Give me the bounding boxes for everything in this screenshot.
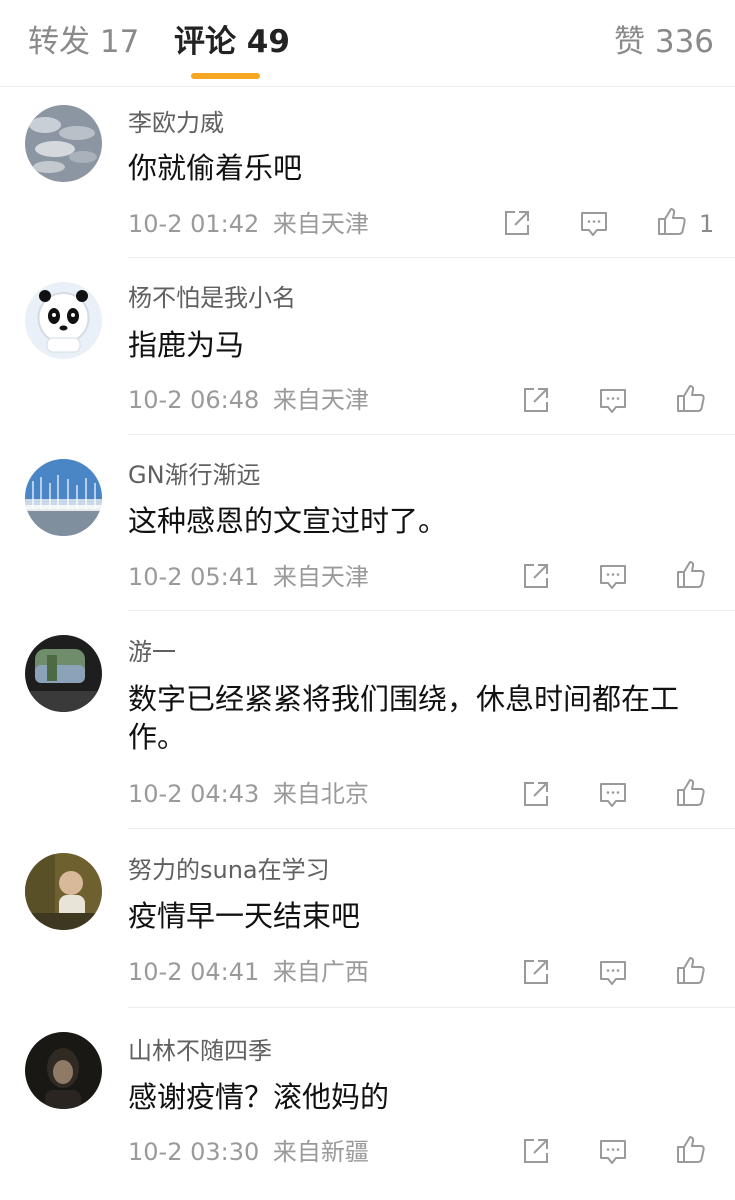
avatar[interactable] [25,1032,102,1109]
comment-text: 疫情早一天结束吧 [128,899,361,933]
comment-time: 10-2 04:43 [128,780,260,808]
avatar[interactable] [25,459,102,536]
avatar[interactable] [25,635,102,712]
comment-meta: 10-2 06:48 来自天津 [128,385,369,415]
comment-time: 10-2 03:30 [128,1138,260,1166]
comment-username[interactable]: GN渐行渐远 [128,460,261,490]
repost-icon[interactable] [521,561,551,595]
comment-text: 数字已经紧紧将我们围绕，休息时间都在工作。 [128,682,680,754]
comment-username[interactable]: 山林不随四季 [128,1036,272,1066]
thumbs-up-icon[interactable] [675,954,707,990]
comment-source: 来自广西 [272,958,369,986]
tab-reposts[interactable]: 转发 17 [28,22,139,62]
comment-meta: 10-2 05:41 来自天津 [128,562,369,592]
comment-username[interactable]: 努力的suna在学习 [128,855,330,885]
tab-likes[interactable]: 赞 336 [614,22,714,62]
repost-icon[interactable] [521,779,551,813]
thumbs-up-icon[interactable] [675,558,707,594]
comment-text: 指鹿为马 [128,328,245,362]
comment-item: 努力的suna在学习 疫情早一天结束吧 10-2 04:41 来自广西 [0,829,735,1008]
repost-icon[interactable] [521,957,551,991]
avatar[interactable] [25,282,102,359]
comment-source: 来自天津 [272,563,369,591]
comment-item: 山林不随四季 感谢疫情？滚他妈的 10-2 03:30 来自新疆 [0,1008,735,1200]
comment-meta: 10-2 04:41 来自广西 [128,957,369,987]
repost-icon[interactable] [521,385,551,419]
repost-icon[interactable] [502,208,532,242]
active-tab-indicator [191,73,260,79]
comment-time: 10-2 05:41 [128,563,260,591]
comment-source: 来自新疆 [272,1138,369,1166]
avatar[interactable] [25,853,102,930]
comment-username[interactable]: 杨不怕是我小名 [128,283,296,313]
comment-item: 杨不怕是我小名 指鹿为马 10-2 06:48 来自天津 [0,259,735,435]
comment-text: 这种感恩的文宣过时了。 [128,504,448,538]
comment-item: 游一 数字已经紧紧将我们围绕，休息时间都在工作。 10-2 04:43 来自北京 [0,611,735,829]
like-count: 1 [699,210,715,238]
comment-source: 来自天津 [272,210,369,238]
comment-source: 来自北京 [272,780,369,808]
comment-icon[interactable] [598,958,628,992]
comment-username[interactable]: 游一 [128,637,176,667]
comment-tabs-bar: 转发 17 评论 49 赞 336 [0,0,735,87]
thumbs-up-icon[interactable] [675,1133,707,1169]
comment-icon[interactable] [598,780,628,814]
thumbs-up-icon[interactable] [675,382,707,418]
comment-item: 李欧力威 你就偷着乐吧 10-2 01:42 来自天津 1 [0,86,735,258]
avatar[interactable] [25,105,102,182]
comment-icon[interactable] [598,386,628,420]
comment-meta: 10-2 04:43 来自北京 [128,779,369,809]
comment-source: 来自天津 [272,386,369,414]
comment-text: 感谢疫情？滚他妈的 [128,1080,390,1114]
comment-icon[interactable] [598,1137,628,1171]
comment-text: 你就偷着乐吧 [128,151,303,185]
tab-comments[interactable]: 评论 49 [174,22,290,62]
comment-meta: 10-2 03:30 来自新疆 [128,1137,369,1167]
comment-icon[interactable] [598,562,628,596]
comment-time: 10-2 01:42 [128,210,260,238]
comment-time: 10-2 04:41 [128,958,260,986]
comment-icon[interactable] [579,209,609,243]
repost-icon[interactable] [521,1136,551,1170]
thumbs-up-icon[interactable] [675,776,707,812]
thumbs-up-icon[interactable] [656,205,688,241]
comment-time: 10-2 06:48 [128,386,260,414]
comment-username[interactable]: 李欧力威 [128,108,224,138]
divider [128,257,735,258]
comment-item: GN渐行渐远 这种感恩的文宣过时了。 10-2 05:41 来自天津 [0,435,735,611]
comment-meta: 10-2 01:42 来自天津 [128,209,369,239]
